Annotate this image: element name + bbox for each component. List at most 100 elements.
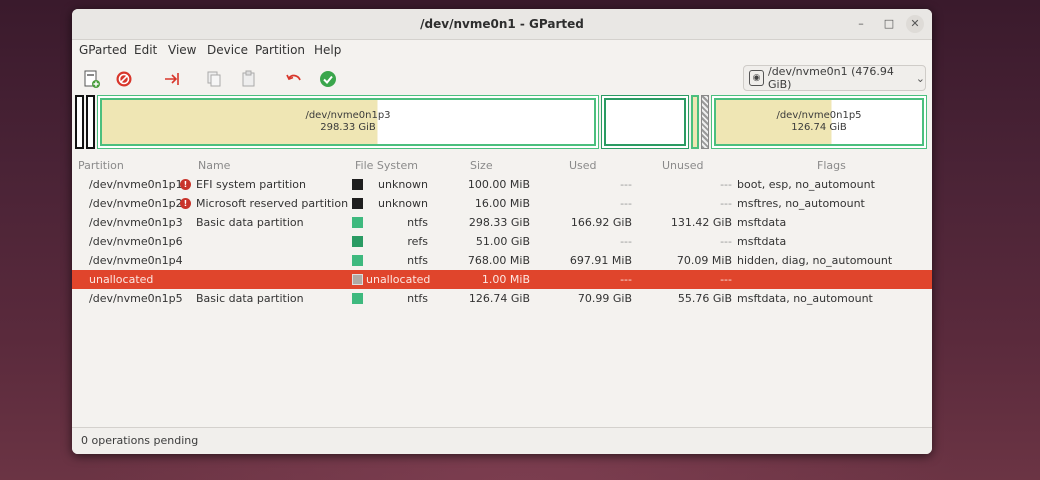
close-button[interactable]: ✕ [906,15,924,33]
menu-device[interactable]: Device [207,43,248,57]
filesystem-cell: unknown [378,197,428,210]
column-size[interactable]: Size [470,159,493,172]
used-cell: 166.92 GiB [570,216,632,229]
new-partition-icon[interactable] [80,67,104,91]
disk-map-p5-name: /dev/nvme0n1p5 [776,110,862,121]
table-row[interactable]: /dev/nvme0n1p1! EFI system partition unkno… [72,175,932,194]
flags-cell: msftdata, no_automount [737,292,873,305]
filesystem-cell: unallocated [366,273,431,286]
flags-cell: msftres, no_automount [737,197,865,210]
used-cell: --- [620,273,632,286]
unused-cell: 131.42 GiB [670,216,732,229]
unused-cell: 70.09 MiB [676,254,732,267]
table-row[interactable]: /dev/nvme0n1p2! Microsoft reserved partit… [72,194,932,213]
disk-icon: ◉ [749,70,764,86]
disk-map-p5[interactable]: /dev/nvme0n1p5 126.74 GiB [711,95,927,149]
disk-map-p3-name: /dev/nvme0n1p3 [305,110,391,121]
flags-cell: boot, esp, no_automount [737,178,875,191]
warning-icon[interactable]: ! [180,179,191,190]
disk-map-p2[interactable] [86,95,95,149]
filesystem-color-icon [352,255,363,266]
partition-cell: /dev/nvme0n1p3 [89,216,183,229]
device-selector-label: /dev/nvme0n1 (476.94 GiB) [767,65,894,91]
undo-icon[interactable] [282,67,306,91]
operations-pending: 0 operations pending [81,434,199,447]
used-cell: --- [620,197,632,210]
status-bar: 0 operations pending [72,427,932,454]
unused-cell: --- [720,235,732,248]
flags-cell: msftdata [737,235,787,248]
menu-view[interactable]: View [168,43,196,57]
flags-cell: hidden, diag, no_automount [737,254,893,267]
disk-map-p4[interactable] [691,95,699,149]
column-used[interactable]: Used [569,159,597,172]
partition-table: /dev/nvme0n1p1! EFI system partition unkno… [72,175,932,308]
disk-map-p3-size: 298.33 GiB [320,122,376,133]
maximize-button[interactable]: □ [880,15,898,33]
unused-cell: --- [720,197,732,210]
filesystem-cell: ntfs [407,254,428,267]
menu-partition[interactable]: Partition [255,43,305,57]
filesystem-color-icon [352,179,363,190]
used-cell: 697.91 MiB [569,254,632,267]
size-cell: 768.00 MiB [467,254,530,267]
partition-cell: /dev/nvme0n1p4 [89,254,183,267]
chevron-down-icon: ⌄ [915,71,925,85]
column-unused[interactable]: Unused [662,159,703,172]
column-partition[interactable]: Partition [78,159,124,172]
filesystem-color-icon [352,236,363,247]
size-cell: 100.00 MiB [467,178,530,191]
minimize-button[interactable]: – [852,15,870,33]
filesystem-color-icon [352,217,363,228]
size-cell: 126.74 GiB [468,292,530,305]
partition-cell: /dev/nvme0n1p6 [89,235,183,248]
unused-cell: --- [720,178,732,191]
partition-cell: /dev/nvme0n1p1 [89,178,183,191]
disk-map-p3[interactable]: /dev/nvme0n1p3 298.33 GiB [97,95,599,149]
menu-bar: GParted Edit View Device Partition Help [72,40,932,62]
column-name[interactable]: Name [198,159,230,172]
unused-cell: 55.76 GiB [677,292,732,305]
toolbar: ◉ /dev/nvme0n1 (476.94 GiB) ⌄ [72,62,932,96]
menu-edit[interactable]: Edit [134,43,157,57]
title-bar: /dev/nvme0n1 - GParted – □ ✕ [72,9,932,40]
column-file-system[interactable]: File System [355,159,418,172]
filesystem-cell: ntfs [407,292,428,305]
device-selector[interactable]: ◉ /dev/nvme0n1 (476.94 GiB) ⌄ [743,65,926,91]
disk-map-p1[interactable] [75,95,84,149]
filesystem-color-icon [352,293,363,304]
table-row[interactable]: /dev/nvme0n1p5 Basic data partition ntfs 12… [72,289,932,308]
warning-icon[interactable]: ! [180,198,191,209]
copy-icon[interactable] [202,67,226,91]
flags-cell: msftdata [737,216,787,229]
column-flags[interactable]: Flags [817,159,846,172]
name-cell: Basic data partition [196,216,304,229]
filesystem-cell: unknown [378,178,428,191]
partition-cell: /dev/nvme0n1p5 [89,292,183,305]
menu-gparted[interactable]: GParted [79,43,127,57]
filesystem-color-icon [352,198,363,209]
disk-map-unallocated[interactable] [701,95,709,149]
resize-move-icon[interactable] [160,67,184,91]
disk-map-p5-size: 126.74 GiB [791,122,847,133]
table-row[interactable]: /dev/nvme0n1p3 Basic data partition ntfs 29… [72,213,932,232]
size-cell: 1.00 MiB [481,273,530,286]
filesystem-color-icon [352,274,363,285]
disk-map: /dev/nvme0n1p3 298.33 GiB /dev/nvme0n1p5 1… [75,95,929,151]
filesystem-cell: ntfs [407,216,428,229]
table-row[interactable]: unallocated unallocated 1.00 MiB --- --- [72,270,932,289]
used-cell: 70.99 GiB [577,292,632,305]
paste-icon[interactable] [237,67,261,91]
table-row[interactable]: /dev/nvme0n1p4 ntfs 768.00 MiB 697.91 MiB 70… [72,251,932,270]
name-cell: Microsoft reserved partition [196,197,349,210]
size-cell: 16.00 MiB [474,197,530,210]
delete-icon[interactable] [112,67,136,91]
size-cell: 298.33 GiB [468,216,530,229]
size-cell: 51.00 GiB [475,235,530,248]
table-row[interactable]: /dev/nvme0n1p6 refs 51.00 GiB --- --- msftdat… [72,232,932,251]
apply-icon[interactable] [316,67,340,91]
menu-help[interactable]: Help [314,43,341,57]
disk-map-p6[interactable] [601,95,689,149]
name-cell: Basic data partition [196,292,304,305]
partition-cell: unallocated [89,273,154,286]
